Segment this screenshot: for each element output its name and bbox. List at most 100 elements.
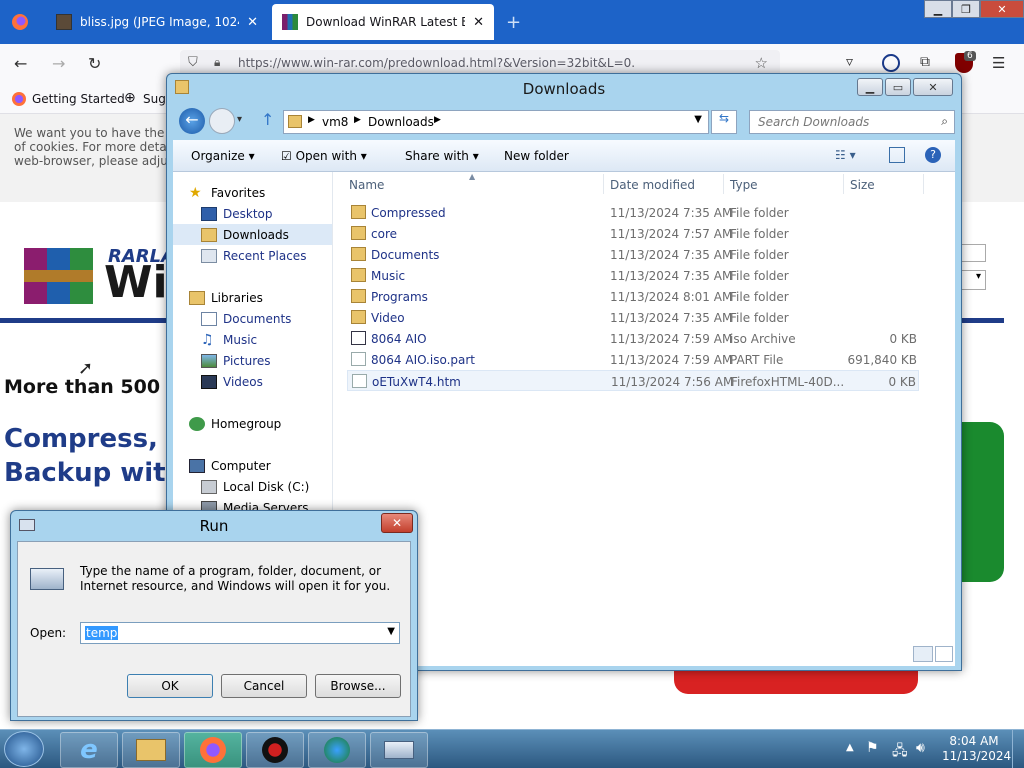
run-open-input[interactable]: temp ▼ [80, 622, 400, 644]
organize-menu[interactable]: Organize ▾ [191, 149, 255, 163]
taskbar-download-manager[interactable] [308, 732, 366, 768]
ok-button[interactable]: OK [127, 674, 213, 698]
nav-favorites[interactable]: ★ Favorites [189, 182, 332, 203]
refresh-icon[interactable]: ⇆ [711, 110, 737, 134]
search-downloads-input[interactable]: Search Downloads ⌕ [749, 110, 955, 134]
taskbar-internet-explorer[interactable]: e [60, 732, 118, 768]
extensions-icon[interactable]: ⧉ [920, 54, 930, 70]
breadcrumb-arrow-icon[interactable]: ▶ [434, 115, 441, 125]
nav-recent-places[interactable]: Recent Places [201, 245, 332, 266]
bookmark-getting-started[interactable]: Getting Started [32, 92, 125, 106]
nav-libraries[interactable]: Libraries [189, 287, 332, 308]
clock[interactable]: 8:04 AM 11/13/2024 [942, 734, 1011, 764]
tray-overflow-icon[interactable]: ▲ [846, 742, 854, 753]
minimize-button[interactable]: ▁ [924, 0, 952, 18]
tab-winrar[interactable]: Download WinRAR Latest Englis ✕ [272, 4, 494, 40]
cancel-button[interactable]: Cancel [221, 674, 307, 698]
close-window-button[interactable]: ✕ [980, 0, 1024, 18]
file-row[interactable]: Video 11/13/2024 7:35 AM File folder [347, 307, 919, 328]
tab-bliss[interactable]: bliss.jpg (JPEG Image, 1024 × 76 ✕ [46, 4, 268, 40]
explorer-close-button[interactable]: ✕ [913, 78, 953, 96]
preview-pane-icon[interactable] [889, 147, 905, 163]
close-tab-icon[interactable]: ✕ [247, 15, 258, 30]
file-row[interactable]: Music 11/13/2024 7:35 AM File folder [347, 265, 919, 286]
file-row[interactable]: Documents 11/13/2024 7:35 AM File folder [347, 244, 919, 265]
nav-documents[interactable]: Documents [201, 308, 332, 329]
file-row[interactable]: Programs 11/13/2024 8:01 AM File folder [347, 286, 919, 307]
shield-icon[interactable]: ⛉ [188, 55, 198, 70]
back-icon[interactable]: ← [14, 54, 27, 73]
account-icon[interactable] [882, 54, 900, 72]
explorer-command-bar: Organize ▾ ☑ Open with ▾ Share with ▾ Ne… [173, 140, 955, 172]
run-close-button[interactable]: ✕ [381, 513, 413, 533]
file-name: Programs [371, 290, 428, 304]
browse-button[interactable]: Browse... [315, 674, 401, 698]
share-with-menu[interactable]: Share with ▾ [405, 149, 479, 163]
disk-icon [201, 479, 217, 494]
column-name[interactable]: Name [349, 178, 384, 192]
help-icon[interactable]: ? [925, 147, 941, 163]
up-arrow-icon[interactable]: ↑ [261, 110, 274, 129]
column-size[interactable]: Size [850, 178, 875, 192]
new-tab-button[interactable]: + [506, 12, 521, 33]
forward-icon[interactable]: → [52, 54, 65, 73]
breadcrumb-arrow-icon[interactable]: ▶ [308, 115, 315, 125]
file-row[interactable]: oETuXwT4.htm 11/13/2024 7:56 AM FirefoxHTM… [347, 370, 919, 391]
large-icons-view-icon[interactable] [935, 646, 953, 662]
nav-computer[interactable]: Computer [189, 455, 332, 476]
nav-videos[interactable]: Videos [201, 371, 332, 392]
recent-pages-chevron-icon[interactable]: ▾ [237, 114, 242, 125]
file-row[interactable]: 8064 AIO.iso.part 11/13/2024 7:59 AM PART … [347, 349, 919, 370]
nav-downloads[interactable]: Downloads [173, 224, 332, 245]
taskbar-record-app[interactable] [246, 732, 304, 768]
back-button-icon[interactable]: ← [179, 108, 205, 134]
column-date-modified[interactable]: Date modified [610, 178, 695, 192]
column-type[interactable]: Type [730, 178, 758, 192]
taskbar-run-dialog[interactable] [370, 732, 428, 768]
run-dropdown-icon[interactable]: ▼ [387, 626, 395, 637]
volume-icon[interactable]: 🔊︎ [916, 740, 925, 756]
show-desktop-button[interactable] [1012, 730, 1024, 768]
file-name: Compressed [371, 206, 446, 220]
reload-icon[interactable]: ↻ [88, 54, 101, 73]
search-box-stub[interactable] [958, 244, 986, 262]
open-with-menu[interactable]: ☑ Open with ▾ [281, 149, 367, 163]
nav-pictures[interactable]: Pictures [201, 350, 332, 371]
folder-icon [351, 226, 366, 240]
downloads-folder-icon [201, 227, 217, 242]
file-row[interactable]: 8064 AIO 11/13/2024 7:59 AM iso Archive 0 K… [347, 328, 919, 349]
nav-local-disk[interactable]: Local Disk (C:) [201, 476, 332, 497]
taskbar-explorer[interactable] [122, 732, 180, 768]
breadcrumb-vm8[interactable]: vm8 [322, 115, 348, 129]
file-row[interactable]: core 11/13/2024 7:57 AM File folder [347, 223, 919, 244]
breadcrumb-arrow-icon[interactable]: ▶ [354, 115, 361, 125]
explorer-maximize-button[interactable]: ▭ [885, 78, 911, 96]
bookmark-star-icon[interactable]: ☆ [755, 54, 768, 72]
start-button[interactable] [4, 731, 44, 767]
file-row[interactable]: Compressed 11/13/2024 7:35 AM File folder [347, 202, 919, 223]
view-options-icon[interactable]: ☷ ▾ [835, 148, 856, 162]
nav-homegroup[interactable]: Homegroup [189, 413, 332, 434]
language-select-stub[interactable]: ▾ [958, 270, 986, 290]
breadcrumb-downloads[interactable]: Downloads [368, 115, 434, 129]
address-dropdown-icon[interactable]: ▼ [694, 114, 702, 125]
firefox-icon[interactable] [10, 12, 30, 32]
new-folder-button[interactable]: New folder [504, 149, 569, 163]
explorer-minimize-button[interactable]: ▁ [857, 78, 883, 96]
menu-icon[interactable]: ☰ [992, 54, 1005, 72]
taskbar-firefox[interactable] [184, 732, 242, 768]
nav-desktop[interactable]: Desktop [201, 203, 332, 224]
close-tab-icon[interactable]: ✕ [473, 15, 484, 30]
details-view-icon[interactable] [913, 646, 933, 662]
address-bar[interactable]: ▶ vm8 ▶ Downloads ▶ ▼ [283, 110, 709, 134]
search-icon[interactable]: ⌕ [941, 114, 948, 129]
record-icon [262, 737, 288, 763]
run-body: Type the name of a program, folder, docu… [17, 541, 411, 717]
network-icon[interactable]: 🖧︎ [892, 740, 908, 764]
pocket-icon[interactable]: ▿ [846, 54, 853, 70]
action-center-icon[interactable]: ⚑ [866, 740, 879, 756]
maximize-button[interactable]: ❐ [952, 0, 980, 18]
nav-music[interactable]: ♫ Music [201, 329, 332, 350]
forward-button-icon[interactable] [209, 108, 235, 134]
lock-icon[interactable]: 🔒︎ [214, 55, 220, 70]
